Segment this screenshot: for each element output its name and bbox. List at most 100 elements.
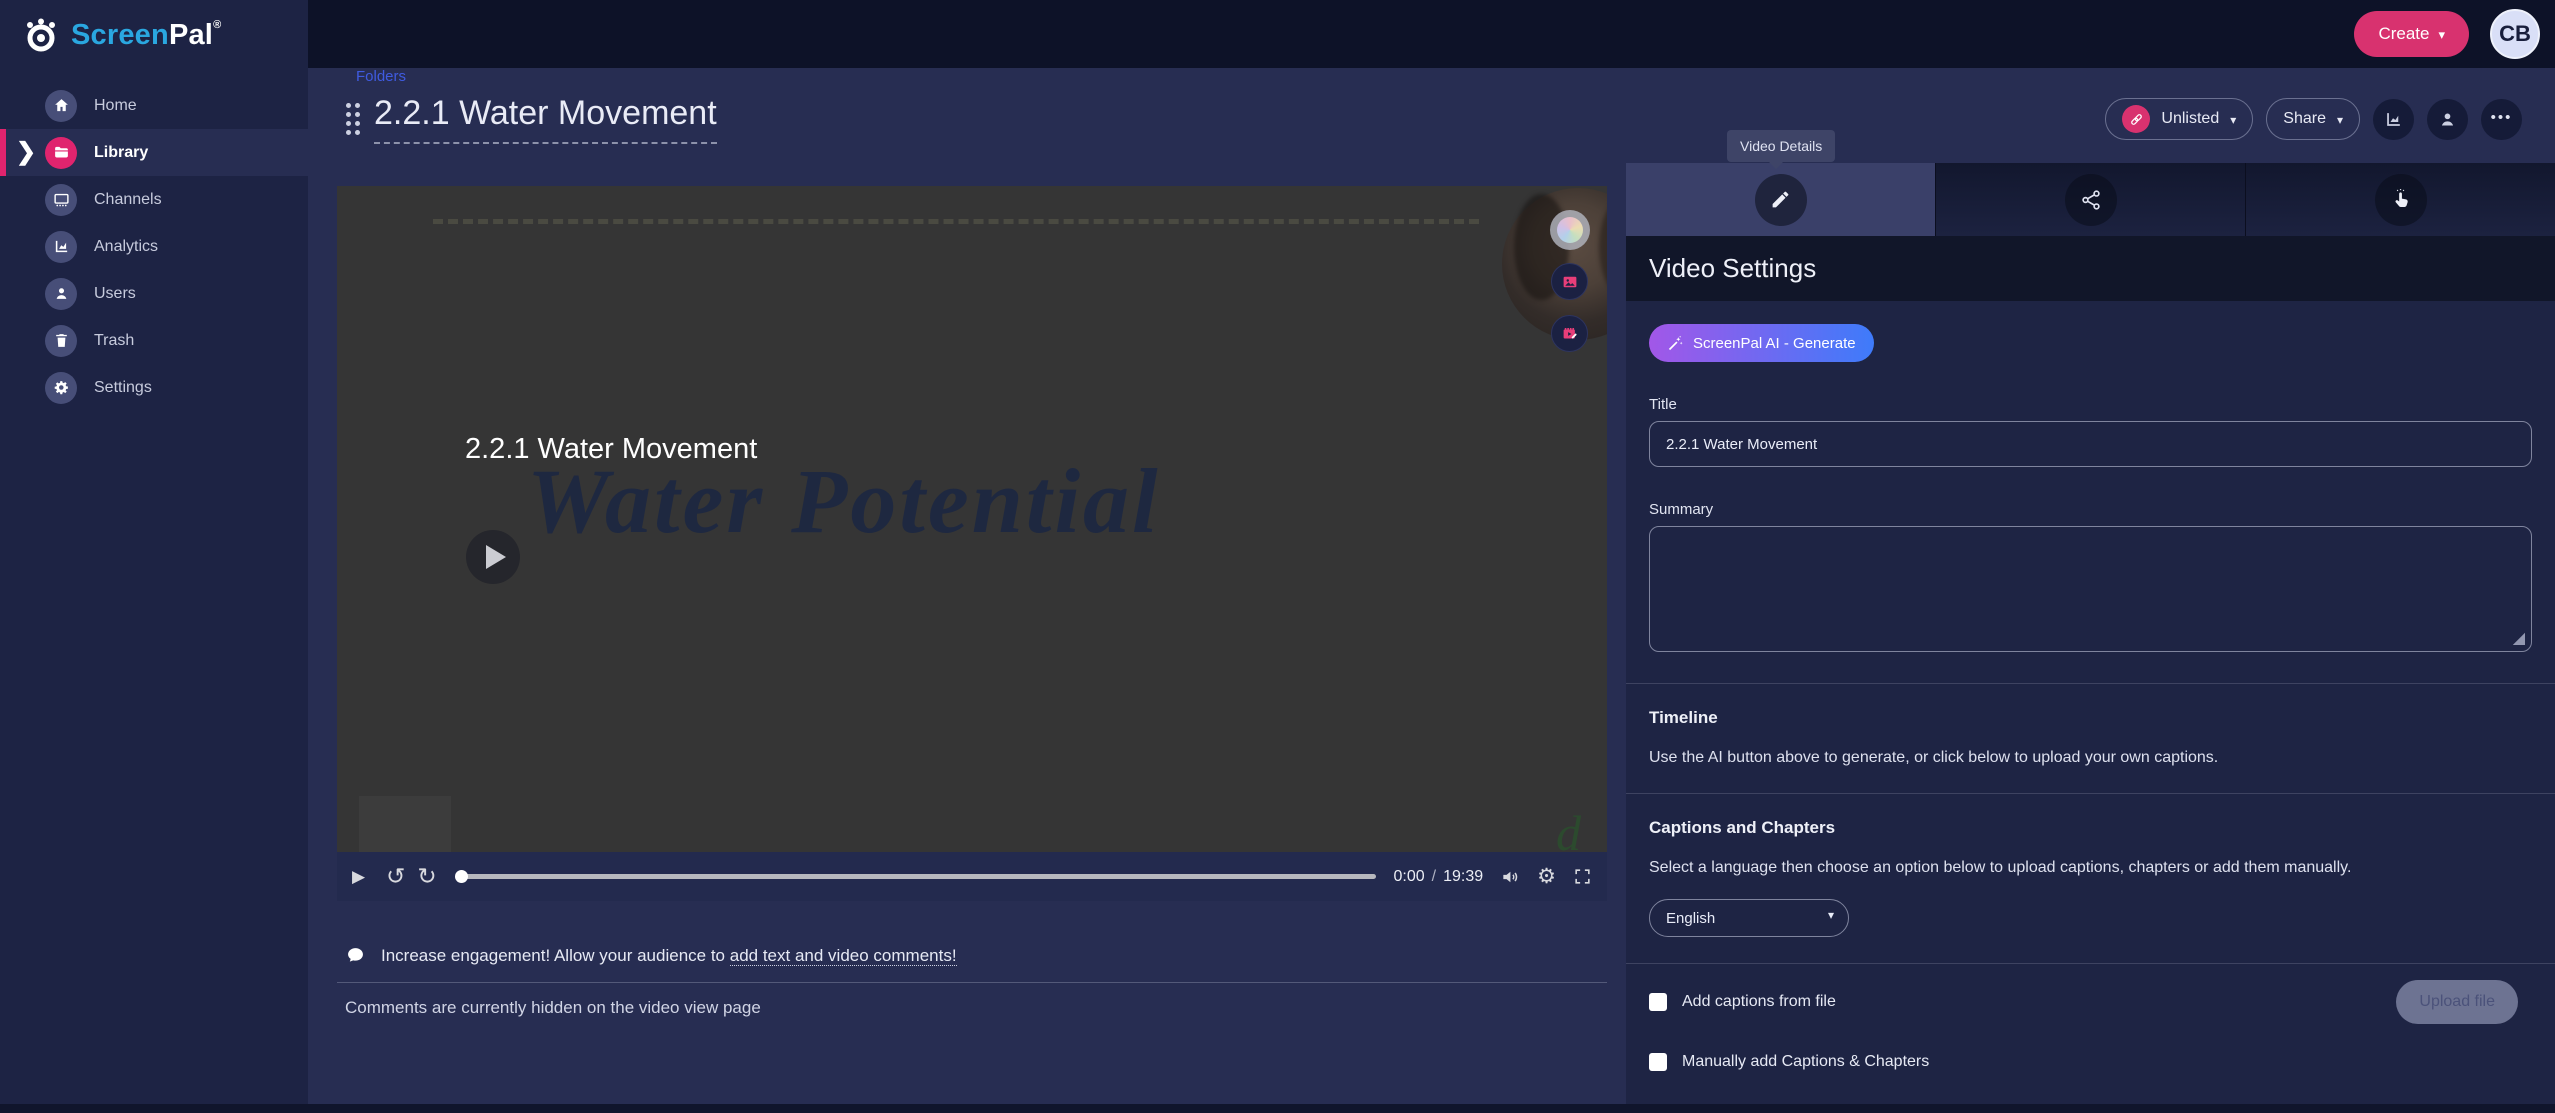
drag-handle-icon[interactable]	[346, 103, 360, 135]
app-logo-text: ScreenPal®	[71, 19, 221, 52]
top-bar: Create ▾ CB	[0, 0, 2555, 68]
privacy-dropdown[interactable]: Unlisted ▾	[2105, 98, 2253, 140]
chevron-right-icon: ❯	[16, 137, 36, 166]
manual-captions-checkbox[interactable]	[1649, 1053, 1667, 1071]
divider	[1626, 963, 2555, 964]
sidebar-item-label: Analytics	[94, 238, 158, 256]
upload-file-button[interactable]: Upload file	[2396, 980, 2518, 1024]
timeline-heading: Timeline	[1649, 708, 2532, 728]
fullscreen-button[interactable]	[1573, 867, 1592, 886]
divider	[1626, 793, 2555, 794]
timeline-help-text: Use the AI button above to generate, or …	[1649, 749, 2532, 767]
sidebar-item-trash[interactable]: Trash	[0, 317, 308, 364]
breadcrumb[interactable]: Folders	[356, 68, 406, 85]
channels-icon	[45, 184, 77, 216]
chevron-down-icon: ▾	[2230, 113, 2236, 127]
sidebar-item-channels[interactable]: Channels	[0, 176, 308, 223]
create-button-label: Create	[2378, 24, 2429, 44]
sidebar-item-label: Users	[94, 285, 136, 303]
chart-icon	[2384, 110, 2403, 129]
time-display: 0:00 / 19:39	[1394, 868, 1484, 886]
ellipsis-icon: •••	[2491, 109, 2513, 126]
sidebar-item-analytics[interactable]: Analytics	[0, 223, 308, 270]
play-button[interactable]: ▶	[352, 867, 365, 887]
play-icon	[486, 545, 506, 569]
trash-icon	[45, 325, 77, 357]
add-captions-checkbox[interactable]	[1649, 993, 1667, 1011]
share-label: Share	[2283, 110, 2326, 128]
slide-watermark: d	[1556, 804, 1581, 852]
users-icon	[45, 278, 77, 310]
ai-generate-button[interactable]: ScreenPal AI - Generate	[1649, 324, 1874, 362]
seek-handle[interactable]	[455, 870, 468, 883]
language-select[interactable]: English	[1649, 899, 1849, 937]
webcam-bubble	[1502, 188, 1607, 340]
color-wheel-icon	[1557, 217, 1583, 243]
share-nodes-icon	[2065, 174, 2117, 226]
edit-video-button[interactable]	[1551, 315, 1588, 352]
tab-interactivity[interactable]	[2246, 163, 2555, 236]
player-settings-button[interactable]: ⚙	[1537, 866, 1556, 887]
more-options-button[interactable]: •••	[2481, 99, 2522, 140]
resize-grip-icon[interactable]: ◢	[2513, 628, 2525, 648]
pencil-icon	[1755, 174, 1807, 226]
summary-field-label: Summary	[1649, 501, 2532, 518]
video-frame[interactable]: 2.2.1 Water Movement Water Potential	[337, 186, 1607, 852]
share-button[interactable]: Share ▾	[2266, 98, 2360, 140]
manual-captions-label: Manually add Captions & Chapters	[1682, 1053, 1929, 1071]
add-comments-link[interactable]: add text and video comments!	[730, 946, 957, 966]
webcam-lens-icon[interactable]	[1550, 210, 1590, 250]
settings-icon	[45, 372, 77, 404]
add-captions-row: Add captions from file Upload file	[1649, 980, 2532, 1024]
language-select-wrap: English ▾	[1649, 899, 1849, 937]
tab-share-options[interactable]	[1936, 163, 2246, 236]
avatar-initials: CB	[2499, 21, 2531, 47]
chevron-down-icon: ▾	[2438, 27, 2445, 43]
analytics-icon	[45, 231, 77, 263]
manual-captions-row: Manually add Captions & Chapters	[1649, 1040, 2532, 1084]
details-panel: Video Settings ScreenPal AI - Generate T…	[1626, 163, 2555, 1113]
title-input[interactable]	[1649, 421, 2532, 467]
summary-field-wrap: ◢	[1649, 518, 2532, 657]
panel-heading: Video Settings	[1649, 253, 1816, 284]
edit-thumbnail-button[interactable]	[1551, 263, 1588, 300]
play-overlay-button[interactable]	[466, 530, 520, 584]
ai-generate-label: ScreenPal AI - Generate	[1693, 335, 1856, 352]
image-icon	[1561, 273, 1579, 291]
time-separator: /	[1432, 868, 1436, 886]
promo-text: Increase engagement! Allow your audience…	[381, 946, 957, 966]
sidebar-item-users[interactable]: Users	[0, 270, 308, 317]
rewind-icon[interactable]: ↺	[386, 865, 405, 888]
chevron-down-icon: ▾	[2337, 113, 2343, 127]
video-details-tooltip: Video Details	[1727, 130, 1835, 162]
page-header: Folders 2.2.1 Water Movement Unlisted ▾ …	[308, 68, 2555, 163]
sidebar-item-home[interactable]: Home	[0, 82, 308, 129]
magic-wand-icon	[1667, 335, 1684, 352]
comment-bubble-icon	[345, 945, 366, 966]
current-time: 0:00	[1394, 868, 1425, 886]
viewer-access-button[interactable]	[2427, 99, 2468, 140]
comments-promo: Increase engagement! Allow your audience…	[337, 943, 1607, 982]
home-icon	[45, 90, 77, 122]
avatar[interactable]: CB	[2490, 9, 2540, 59]
slide-light-patch	[359, 796, 451, 852]
panel-heading-strip: Video Settings	[1626, 236, 2555, 301]
sidebar-item-label: Home	[94, 97, 137, 115]
seek-bar[interactable]	[457, 874, 1376, 879]
player-control-bar: ▶ ↺ ↻ 0:00 / 19:39 ⚙	[337, 852, 1607, 901]
video-edit-icon	[1561, 325, 1579, 343]
forward-icon[interactable]: ↻	[417, 865, 436, 888]
page-title[interactable]: 2.2.1 Water Movement	[374, 94, 717, 144]
active-indicator	[0, 129, 6, 176]
link-icon	[2122, 105, 2150, 133]
volume-button[interactable]	[1500, 867, 1520, 887]
summary-textarea[interactable]	[1649, 526, 2532, 652]
add-captions-label: Add captions from file	[1682, 993, 1836, 1011]
create-button[interactable]: Create ▾	[2354, 11, 2469, 57]
comments-status: Comments are currently hidden on the vid…	[337, 983, 1607, 1033]
sidebar-item-library[interactable]: ❯ Library	[0, 129, 308, 176]
sidebar-item-settings[interactable]: Settings	[0, 364, 308, 411]
sidebar: ScreenPal® Home ❯ Library Channels	[0, 0, 308, 1113]
video-analytics-button[interactable]	[2373, 99, 2414, 140]
app-logo[interactable]: ScreenPal®	[0, 0, 308, 70]
